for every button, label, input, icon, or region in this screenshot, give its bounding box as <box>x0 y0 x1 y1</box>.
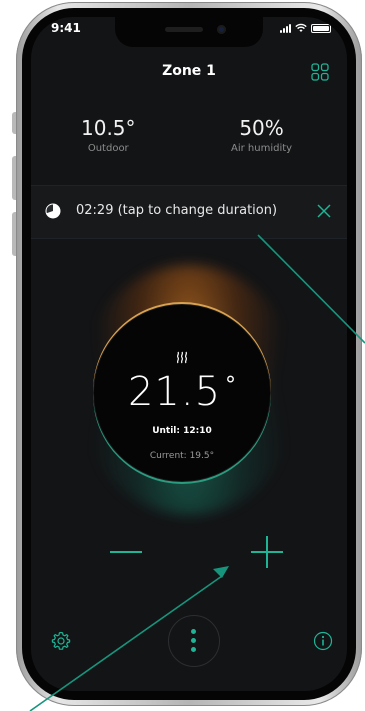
battery-icon <box>311 23 331 33</box>
close-icon[interactable] <box>315 202 333 220</box>
status-icons <box>280 23 331 33</box>
speaker <box>165 27 203 32</box>
humidity-label: Air humidity <box>231 143 293 154</box>
current-temperature: Current: 19.5° <box>149 451 215 461</box>
temperature-value: 21.5 <box>127 369 222 415</box>
humidity-value: 50% <box>239 116 284 140</box>
front-camera <box>217 25 226 34</box>
duration-bar[interactable]: 02:29 (tap to change duration) <box>31 185 347 239</box>
until-time: Until: 12:10 <box>152 426 212 436</box>
notch <box>115 17 263 47</box>
outdoor-metric: 10.5° Outdoor <box>81 116 136 154</box>
temperature-degree: ° <box>225 373 237 398</box>
humidity-metric: 50% Air humidity <box>231 116 292 154</box>
stage: 9:41 Zone 1 10.5° Outdoor 50% Air humidi… <box>0 0 365 711</box>
page-title: Zone 1 <box>162 63 216 79</box>
temperature-dial[interactable]: 21.5 ° Until: 12:10 Current: 19.5° <box>93 304 271 482</box>
status-time: 9:41 <box>51 21 81 35</box>
plus-icon[interactable] <box>250 535 284 569</box>
app-screen: 9:41 Zone 1 10.5° Outdoor 50% Air humidi… <box>31 17 347 691</box>
info-icon[interactable] <box>313 631 333 651</box>
duration-text: 02:29 (tap to change duration) <box>76 203 278 218</box>
grid-icon[interactable] <box>311 63 329 81</box>
more-menu-button[interactable] <box>168 615 220 667</box>
outdoor-label: Outdoor <box>87 143 129 154</box>
gear-icon[interactable] <box>51 631 71 651</box>
cellular-signal-icon <box>280 23 291 33</box>
minus-icon[interactable] <box>109 542 143 562</box>
clock-icon <box>45 203 61 219</box>
more-vertical-icon <box>191 629 197 656</box>
heating-icon <box>176 351 188 364</box>
temperature-readout: 21.5 ° <box>94 369 270 415</box>
wifi-icon <box>295 23 307 32</box>
outdoor-value: 10.5° <box>81 116 136 140</box>
